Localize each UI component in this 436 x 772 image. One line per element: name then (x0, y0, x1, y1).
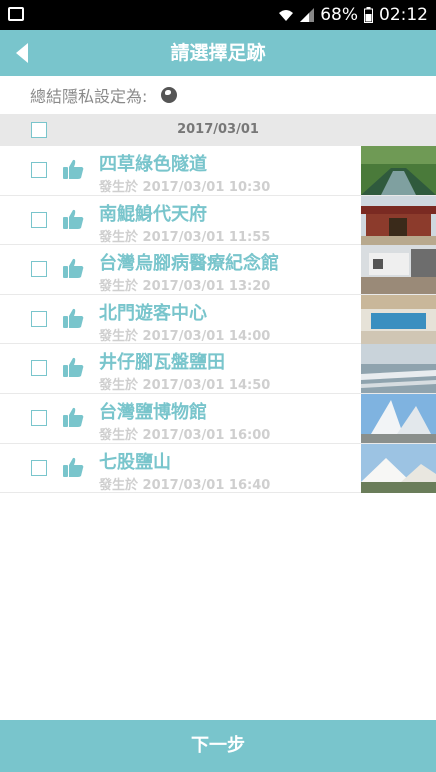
battery-icon (364, 7, 373, 23)
location-photo (361, 294, 436, 344)
list-item[interactable]: 北門遊客中心 發生於 2017/03/01 14:00 (0, 294, 436, 345)
next-step-button[interactable]: 下一步 (0, 720, 436, 772)
location-photo (361, 245, 436, 295)
thumbs-up-icon (63, 308, 84, 328)
wifi-icon (279, 10, 294, 21)
thumbs-up-icon (63, 407, 84, 427)
visit-time: 發生於 2017/03/01 16:00 (99, 427, 271, 443)
list-item[interactable]: 四草綠色隧道 發生於 2017/03/01 10:30 (0, 146, 436, 196)
location-photo (361, 443, 436, 493)
item-checkbox[interactable] (31, 211, 47, 228)
footprint-list: 四草綠色隧道 發生於 2017/03/01 10:30 南鯤鯓代天府 發生於 2… (0, 146, 436, 494)
app-bar: 請選擇足跡 (0, 30, 436, 76)
location-photo (361, 393, 436, 443)
privacy-setting-row: 總結隱私設定為: (0, 76, 436, 114)
group-date: 2017/03/01 (177, 122, 259, 137)
date-group-header: 2017/03/01 (0, 114, 436, 146)
location-name: 北門遊客中心 (99, 302, 207, 324)
visit-time: 發生於 2017/03/01 10:30 (99, 180, 271, 195)
location-name: 七股鹽山 (99, 451, 171, 473)
thumbs-up-icon (63, 358, 84, 378)
item-checkbox[interactable] (31, 409, 47, 426)
privacy-label: 總結隱私設定為: (30, 87, 148, 106)
clock: 02:12 (379, 5, 428, 25)
item-checkbox[interactable] (31, 261, 47, 278)
item-checkbox[interactable] (31, 310, 47, 327)
visit-time: 發生於 2017/03/01 11:55 (99, 229, 271, 245)
status-bar: 68% 02:12 (0, 0, 436, 30)
location-photo (361, 344, 436, 394)
location-name: 台灣鹽博物館 (99, 401, 207, 423)
item-checkbox[interactable] (31, 459, 47, 476)
signal-icon (300, 8, 315, 22)
location-name: 南鯤鯓代天府 (99, 203, 207, 225)
item-checkbox[interactable] (31, 162, 47, 178)
location-name: 台灣烏腳病醫療紀念館 (99, 253, 279, 275)
list-item[interactable]: 七股鹽山 發生於 2017/03/01 16:40 (0, 443, 436, 494)
item-checkbox[interactable] (31, 360, 47, 377)
image-notification-icon (8, 7, 24, 21)
location-name: 井仔腳瓦盤鹽田 (99, 352, 225, 374)
list-item[interactable]: 南鯤鯓代天府 發生於 2017/03/01 11:55 (0, 195, 436, 246)
thumbs-up-icon (63, 259, 84, 279)
thumbs-up-icon (63, 159, 84, 179)
page-title: 請選擇足跡 (170, 42, 266, 64)
list-item[interactable]: 台灣烏腳病醫療紀念館 發生於 2017/03/01 13:20 (0, 245, 436, 295)
location-name: 四草綠色隧道 (99, 154, 207, 175)
battery-percent: 68% (320, 5, 358, 25)
visit-time: 發生於 2017/03/01 14:00 (99, 328, 271, 344)
visit-time: 發生於 2017/03/01 16:40 (99, 477, 271, 493)
status-right: 68% 02:12 (278, 0, 428, 30)
list-item[interactable]: 台灣鹽博物館 發生於 2017/03/01 16:00 (0, 393, 436, 444)
thumbs-up-icon (63, 457, 84, 477)
globe-icon[interactable] (161, 87, 178, 103)
location-photo (361, 195, 436, 245)
visit-time: 發生於 2017/03/01 13:20 (99, 279, 271, 295)
visit-time: 發生於 2017/03/01 14:50 (99, 378, 271, 394)
location-photo (361, 146, 436, 195)
thumbs-up-icon (63, 209, 84, 229)
list-item[interactable]: 井仔腳瓦盤鹽田 發生於 2017/03/01 14:50 (0, 344, 436, 394)
